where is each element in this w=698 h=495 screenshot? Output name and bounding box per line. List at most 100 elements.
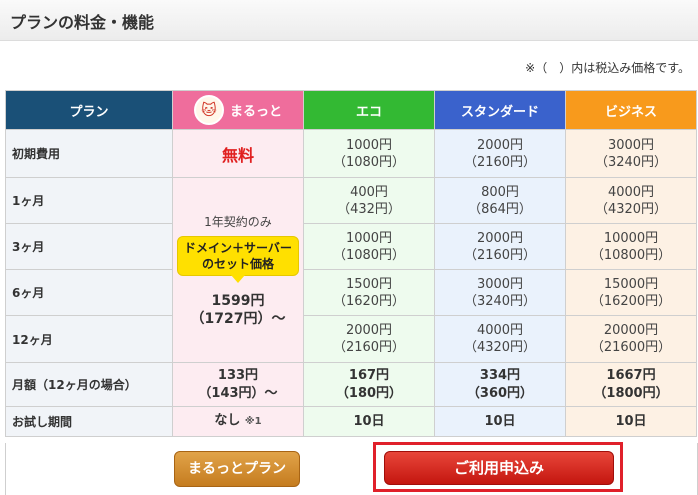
row-label: 12ヶ月: [5, 315, 173, 363]
row-label: お試し期間: [5, 406, 173, 437]
std-cell: 2000円 （2160円）: [434, 129, 566, 178]
price: 800円: [481, 184, 519, 200]
header-business: ビジネス: [565, 90, 697, 130]
price: 133円: [217, 367, 259, 383]
price: 2000円: [345, 323, 393, 338]
price-tax: （143円）～: [198, 385, 278, 401]
row-label: 月額（12ヶ月の場合）: [5, 362, 173, 407]
header-standard: スタンダード: [434, 90, 566, 130]
table-row: 3ヶ月 1000円 （1080円） 2000円 （2160円） 10000円 （108…: [5, 223, 697, 270]
header-plan: プラン: [5, 90, 173, 130]
table-row: 12ヶ月 2000円 （2160円） 4000円 （4320円） 20000円 （21…: [5, 315, 697, 363]
price: 1599円: [211, 292, 265, 309]
price-tax: （432円）: [337, 201, 401, 217]
eco-cell: 1000円 （1080円）: [303, 129, 435, 178]
price: 15000円: [603, 276, 659, 292]
price-tax: （864円）: [468, 201, 532, 217]
price-tax: （4320円）: [594, 201, 668, 217]
maru-initial-free: 無料: [221, 145, 254, 165]
row-label: 6ヶ月: [5, 269, 173, 316]
std-cell: 334円 （360円）: [434, 362, 566, 407]
header-maru: 🐱 まるっと: [172, 90, 304, 130]
std-cell: 800円 （864円）: [434, 177, 566, 224]
price-tax: （1620円）: [332, 293, 406, 309]
table-header-row: プラン 🐱 まるっと エコ スタンダード ビジネス: [5, 90, 697, 130]
price-tax: （1080円）: [332, 247, 406, 263]
bubble-line2: のセット価格: [201, 256, 274, 271]
row-label: 1ヶ月: [5, 177, 173, 224]
row-label: 3ヶ月: [5, 223, 173, 270]
biz-cell: 4000円 （4320円）: [565, 177, 697, 224]
biz-cell: 3000円 （3240円）: [565, 129, 697, 178]
price-tax: （360円）: [466, 385, 534, 401]
std-cell: 10日: [434, 406, 566, 437]
price-tax: （180円）: [335, 385, 403, 401]
eco-cell: 400円 （432円）: [303, 177, 435, 224]
std-cell: 2000円 （2160円）: [434, 223, 566, 270]
price: 1500円: [345, 276, 393, 292]
price: 3000円: [476, 276, 524, 292]
price-tax: （16200円）: [590, 293, 672, 309]
price-tax: （2160円）: [463, 154, 537, 170]
price-tax: （2160円）: [332, 340, 406, 355]
eco-cell: 1000円 （1080円）: [303, 223, 435, 270]
table-row: 6ヶ月 1500円 （1620円） 3000円 （3240円） 15000円 （162…: [5, 269, 697, 316]
price: 4000円: [607, 184, 655, 200]
eco-cell: 167円 （180円）: [303, 362, 435, 407]
maru-initial-cell: 無料: [172, 129, 304, 178]
biz-cell: 1667円 （1800円）: [565, 362, 697, 407]
tax-note: ※（ ）内は税込み価格です。: [525, 61, 690, 75]
maru-yearly-only: 1年契約のみ: [204, 214, 272, 229]
price: 4000円: [476, 323, 524, 338]
price-tax: （3240円）: [463, 293, 537, 309]
price: 1000円: [345, 230, 393, 246]
table-row: 初期費用 無料 1000円 （1080円） 2000円 （2160円） 3000円（…: [5, 129, 697, 178]
eco-cell: 2000円 （2160円）: [303, 315, 435, 363]
maru-monthly-cell: 133円 （143円）～: [172, 362, 304, 407]
price: 3000円: [607, 137, 655, 153]
set-price-bubble: ドメイン＋サーバー のセット価格: [177, 235, 299, 283]
price: 400円: [350, 184, 388, 200]
trial-value: なし: [214, 413, 241, 428]
price-tax: （3240円）: [594, 154, 668, 170]
eco-cell: 1500円 （1620円）: [303, 269, 435, 316]
table-row: お試し期間 なし ※1 10日 10日 10日: [5, 406, 697, 437]
bubble-line1: ドメイン＋サーバー: [184, 240, 292, 255]
price: 10000円: [603, 230, 659, 246]
price-tax: （1800円）: [593, 385, 669, 401]
plan-comparison-table: プラン 🐱 まるっと エコ スタンダード ビジネス 初期費用 無料 1000円 （1…: [5, 90, 697, 437]
price-tax: （10800円）: [590, 247, 672, 263]
biz-cell: 10日: [565, 406, 697, 437]
price: 2000円: [476, 137, 524, 153]
maru-plan-button[interactable]: まるっとプラン: [174, 451, 300, 487]
biz-cell: 15000円 （16200円）: [565, 269, 697, 316]
biz-cell: 10000円 （10800円）: [565, 223, 697, 270]
section-header: プランの料金・機能: [0, 0, 698, 41]
table-row: 1ヶ月 1年契約のみ ドメイン＋サーバー のセット価格 1599円 （1727円…: [5, 177, 697, 363]
maru-merged-cell: 1年契約のみ ドメイン＋サーバー のセット価格 1599円 （1727円）～: [172, 177, 304, 363]
price-tax: （4320円）: [463, 340, 537, 355]
eco-cell: 10日: [303, 406, 435, 437]
apply-button[interactable]: ご利用申込み: [384, 451, 614, 485]
maru-price: 1599円 （1727円）～: [173, 292, 303, 328]
std-cell: 3000円 （3240円）: [434, 269, 566, 316]
price: 334円: [479, 367, 521, 383]
header-eco: エコ: [303, 90, 435, 130]
price: 2000円: [476, 230, 524, 246]
price: 1667円: [606, 367, 656, 383]
table-row: 月額（12ヶ月の場合） 133円 （143円）～ 167円 （180円） 334円 （…: [5, 362, 697, 407]
header-maru-label: まるっと: [229, 104, 282, 120]
price: 167円: [348, 367, 390, 383]
price: 20000円: [603, 323, 659, 338]
price-tax: （21600円）: [590, 340, 672, 355]
maru-trial-cell: なし ※1: [172, 406, 304, 437]
price: 1000円: [345, 137, 393, 153]
price-tax: （1080円）: [332, 154, 406, 170]
std-cell: 4000円 （4320円）: [434, 315, 566, 363]
page-title: プランの料金・機能: [10, 13, 155, 32]
row-label: 初期費用: [5, 129, 173, 178]
price-tax: （2160円）: [463, 247, 537, 263]
trial-note: ※1: [244, 416, 262, 427]
cat-icon: 🐱: [193, 95, 224, 125]
biz-cell: 20000円 （21600円）: [565, 315, 697, 363]
